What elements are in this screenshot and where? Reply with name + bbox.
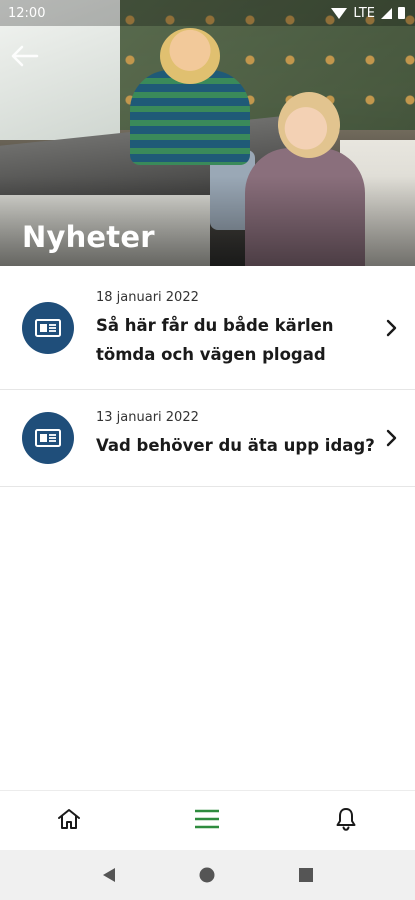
news-date: 18 januari 2022 xyxy=(96,290,199,305)
news-item[interactable]: 13 januari 2022 Vad behöver du äta upp i… xyxy=(0,390,415,487)
page-title: Nyheter xyxy=(22,220,155,254)
news-headline: Vad behöver du äta upp idag? xyxy=(96,436,375,455)
recents-square-icon[interactable] xyxy=(286,855,326,895)
bottom-nav xyxy=(0,790,415,851)
battery-icon xyxy=(398,7,405,19)
chevron-right-icon xyxy=(381,318,401,338)
nav-menu-button[interactable] xyxy=(177,796,237,846)
wifi-icon xyxy=(331,7,348,19)
news-text: 18 januari 2022 Så här får du både kärle… xyxy=(96,290,375,369)
bell-icon xyxy=(334,806,358,836)
network-type: LTE xyxy=(353,5,375,21)
status-icons: LTE xyxy=(331,6,405,21)
hero-child-boy xyxy=(130,70,250,165)
system-nav-bar xyxy=(0,850,415,900)
signal-icon xyxy=(381,7,392,19)
newspaper-icon xyxy=(22,412,74,464)
menu-icon xyxy=(193,807,221,835)
arrow-left-icon[interactable] xyxy=(10,44,40,68)
news-item[interactable]: 18 januari 2022 Så här får du både kärle… xyxy=(0,266,415,390)
status-time: 12:00 xyxy=(8,5,46,21)
nav-notifications-button[interactable] xyxy=(316,796,376,846)
hero-child-boy-head xyxy=(160,28,220,84)
home-icon xyxy=(56,807,82,835)
hero-child-girl-head xyxy=(278,92,340,158)
news-date: 13 januari 2022 xyxy=(96,410,199,425)
news-list: 18 januari 2022 Så här får du både kärle… xyxy=(0,266,415,487)
news-headline: Så här får du både kärlen tömda och väge… xyxy=(96,316,334,364)
chevron-right-icon xyxy=(381,428,401,448)
news-text: 13 januari 2022 Vad behöver du äta upp i… xyxy=(96,410,375,460)
home-circle-icon[interactable] xyxy=(187,855,227,895)
newspaper-icon xyxy=(22,302,74,354)
status-bar: 12:00 LTE xyxy=(0,0,415,26)
nav-home-button[interactable] xyxy=(39,796,99,846)
back-triangle-icon[interactable] xyxy=(89,855,129,895)
